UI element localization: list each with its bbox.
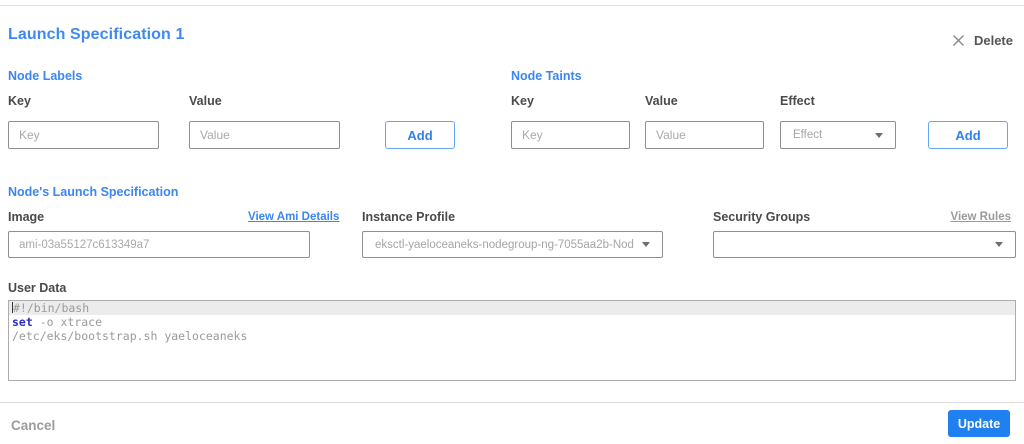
launch-specification-panel: Launch Specification 1 Delete Node Label… <box>0 0 1024 444</box>
divider <box>0 402 1024 403</box>
instance-profile-value: eksctl-yaeloceaneks-nodegroup-ng-7055aa2… <box>375 238 634 251</box>
node-labels-add-button[interactable]: Add <box>385 121 455 149</box>
code-keyword: set <box>12 315 33 329</box>
node-taints-section-title: Node Taints <box>511 69 582 83</box>
user-data-label: User Data <box>8 281 67 295</box>
image-label: Image <box>8 210 45 224</box>
node-taints-key-label: Key <box>511 94 534 108</box>
code-text: #!/bin/bash <box>13 301 90 315</box>
launch-spec-section-title: Node's Launch Specification <box>8 185 179 199</box>
code-text: -o xtrace <box>32 315 103 329</box>
node-labels-section-title: Node Labels <box>8 69 83 83</box>
view-rules-link[interactable]: View Rules <box>950 211 1011 223</box>
close-icon <box>952 34 965 47</box>
caret-down-icon <box>642 242 650 247</box>
node-labels-key-input[interactable] <box>8 121 159 149</box>
node-taints-value-input[interactable] <box>645 121 764 149</box>
node-taints-effect-placeholder: Effect <box>793 129 823 141</box>
delete-button-label: Delete <box>973 33 1013 48</box>
code-line: set -o xtrace <box>9 315 1015 329</box>
node-taints-effect-select[interactable]: Effect <box>780 121 896 149</box>
code-text: /etc/eks/bootstrap.sh yaeloceaneks <box>12 329 248 343</box>
node-labels-key-label: Key <box>8 94 31 108</box>
image-input[interactable] <box>8 231 310 258</box>
code-line: #!/bin/bash <box>9 301 1015 315</box>
divider <box>0 5 1024 6</box>
caret-down-icon <box>995 242 1003 247</box>
node-taints-key-input[interactable] <box>511 121 630 149</box>
node-labels-value-input[interactable] <box>189 121 340 149</box>
node-labels-value-label: Value <box>189 94 222 108</box>
cancel-button[interactable]: Cancel <box>11 418 55 433</box>
node-taints-value-label: Value <box>645 94 678 108</box>
security-groups-label: Security Groups <box>713 210 811 224</box>
instance-profile-select[interactable]: eksctl-yaeloceaneks-nodegroup-ng-7055aa2… <box>362 231 663 258</box>
user-data-code-editor[interactable]: #!/bin/bash set -o xtrace /etc/eks/boots… <box>8 300 1016 381</box>
node-taints-effect-label: Effect <box>780 94 815 108</box>
update-button[interactable]: Update <box>948 410 1010 437</box>
page-title: Launch Specification 1 <box>8 26 185 43</box>
delete-button[interactable]: Delete <box>952 33 1013 48</box>
node-taints-add-button[interactable]: Add <box>928 121 1008 149</box>
caret-down-icon <box>875 132 883 138</box>
instance-profile-label: Instance Profile <box>362 210 456 224</box>
view-ami-details-link[interactable]: View Ami Details <box>248 211 339 223</box>
security-groups-select[interactable] <box>713 231 1016 258</box>
code-line: /etc/eks/bootstrap.sh yaeloceaneks <box>9 329 1015 343</box>
